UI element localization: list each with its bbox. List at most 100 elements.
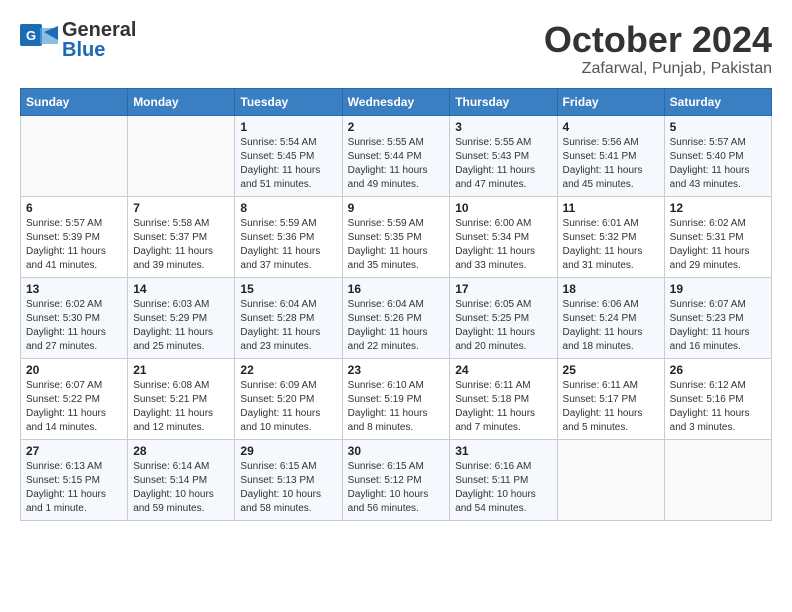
- day-detail: Sunrise: 5:55 AM Sunset: 5:43 PM Dayligh…: [455, 136, 551, 192]
- day-detail: Sunrise: 6:01 AM Sunset: 5:32 PM Dayligh…: [563, 217, 659, 273]
- day-number: 27: [26, 444, 122, 458]
- day-number: 7: [133, 201, 229, 215]
- day-detail: Sunrise: 6:03 AM Sunset: 5:29 PM Dayligh…: [133, 298, 229, 354]
- calendar-cell: [21, 115, 128, 196]
- calendar-cell: 13 Sunrise: 6:02 AM Sunset: 5:30 PM Dayli…: [21, 277, 128, 358]
- calendar-cell: [557, 439, 664, 520]
- calendar-cell: 5 Sunrise: 5:57 AM Sunset: 5:40 PM Daylig…: [664, 115, 771, 196]
- day-detail: Sunrise: 6:13 AM Sunset: 5:15 PM Dayligh…: [26, 460, 122, 516]
- day-detail: Sunrise: 5:59 AM Sunset: 5:36 PM Dayligh…: [240, 217, 336, 273]
- day-number: 16: [348, 282, 445, 296]
- day-header-monday: Monday: [128, 88, 235, 115]
- day-header-wednesday: Wednesday: [342, 88, 450, 115]
- calendar-week-1: 1 Sunrise: 5:54 AM Sunset: 5:45 PM Daylig…: [21, 115, 772, 196]
- day-header-friday: Friday: [557, 88, 664, 115]
- calendar-table: SundayMondayTuesdayWednesdayThursdayFrid…: [20, 88, 772, 521]
- day-number: 1: [240, 120, 336, 134]
- calendar-cell: 9 Sunrise: 5:59 AM Sunset: 5:35 PM Daylig…: [342, 196, 450, 277]
- day-number: 19: [670, 282, 766, 296]
- day-number: 21: [133, 363, 229, 377]
- day-number: 30: [348, 444, 445, 458]
- month-title: October 2024: [544, 20, 772, 60]
- day-number: 15: [240, 282, 336, 296]
- calendar-cell: [128, 115, 235, 196]
- calendar-cell: 2 Sunrise: 5:55 AM Sunset: 5:44 PM Daylig…: [342, 115, 450, 196]
- day-detail: Sunrise: 6:02 AM Sunset: 5:31 PM Dayligh…: [670, 217, 766, 273]
- day-detail: Sunrise: 6:16 AM Sunset: 5:11 PM Dayligh…: [455, 460, 551, 516]
- calendar-cell: 16Sunrise: 6:04 AM Sunset: 5:26 PM Dayli…: [342, 277, 450, 358]
- calendar-cell: 21 Sunrise: 6:08 AM Sunset: 5:21 PM Dayli…: [128, 358, 235, 439]
- calendar-cell: 3 Sunrise: 5:55 AM Sunset: 5:43 PM Daylig…: [450, 115, 557, 196]
- day-number: 22: [240, 363, 336, 377]
- calendar-cell: 31Sunrise: 6:16 AM Sunset: 5:11 PM Dayli…: [450, 439, 557, 520]
- day-number: 28: [133, 444, 229, 458]
- day-detail: Sunrise: 6:14 AM Sunset: 5:14 PM Dayligh…: [133, 460, 229, 516]
- day-detail: Sunrise: 5:57 AM Sunset: 5:40 PM Dayligh…: [670, 136, 766, 192]
- day-detail: Sunrise: 6:12 AM Sunset: 5:16 PM Dayligh…: [670, 379, 766, 435]
- day-detail: Sunrise: 6:07 AM Sunset: 5:22 PM Dayligh…: [26, 379, 122, 435]
- day-number: 11: [563, 201, 659, 215]
- day-number: 2: [348, 120, 445, 134]
- day-detail: Sunrise: 6:10 AM Sunset: 5:19 PM Dayligh…: [348, 379, 445, 435]
- day-number: 5: [670, 120, 766, 134]
- calendar-cell: 7 Sunrise: 5:58 AM Sunset: 5:37 PM Daylig…: [128, 196, 235, 277]
- day-detail: Sunrise: 6:05 AM Sunset: 5:25 PM Dayligh…: [455, 298, 551, 354]
- calendar-cell: 26Sunrise: 6:12 AM Sunset: 5:16 PM Dayli…: [664, 358, 771, 439]
- day-detail: Sunrise: 6:08 AM Sunset: 5:21 PM Dayligh…: [133, 379, 229, 435]
- day-detail: Sunrise: 6:15 AM Sunset: 5:12 PM Dayligh…: [348, 460, 445, 516]
- day-detail: Sunrise: 6:07 AM Sunset: 5:23 PM Dayligh…: [670, 298, 766, 354]
- day-detail: Sunrise: 6:02 AM Sunset: 5:30 PM Dayligh…: [26, 298, 122, 354]
- day-number: 23: [348, 363, 445, 377]
- page-header: G General Blue October 2024 Zafarwal, Pu…: [20, 20, 772, 78]
- calendar-week-2: 6 Sunrise: 5:57 AM Sunset: 5:39 PM Daylig…: [21, 196, 772, 277]
- day-number: 29: [240, 444, 336, 458]
- day-number: 3: [455, 120, 551, 134]
- day-detail: Sunrise: 5:55 AM Sunset: 5:44 PM Dayligh…: [348, 136, 445, 192]
- calendar-week-4: 20 Sunrise: 6:07 AM Sunset: 5:22 PM Dayli…: [21, 358, 772, 439]
- calendar-cell: 27 Sunrise: 6:13 AM Sunset: 5:15 PM Dayli…: [21, 439, 128, 520]
- calendar-cell: 1 Sunrise: 5:54 AM Sunset: 5:45 PM Daylig…: [235, 115, 342, 196]
- calendar-cell: 23 Sunrise: 6:10 AM Sunset: 5:19 PM Dayli…: [342, 358, 450, 439]
- day-number: 17: [455, 282, 551, 296]
- calendar-cell: 17 Sunrise: 6:05 AM Sunset: 5:25 PM Dayli…: [450, 277, 557, 358]
- day-number: 6: [26, 201, 122, 215]
- calendar-cell: 12 Sunrise: 6:02 AM Sunset: 5:31 PM Dayli…: [664, 196, 771, 277]
- day-number: 12: [670, 201, 766, 215]
- day-number: 18: [563, 282, 659, 296]
- calendar-cell: 24 Sunrise: 6:11 AM Sunset: 5:18 PM Dayli…: [450, 358, 557, 439]
- day-number: 10: [455, 201, 551, 215]
- title-block: October 2024 Zafarwal, Punjab, Pakistan: [544, 20, 772, 78]
- day-number: 13: [26, 282, 122, 296]
- calendar-cell: 15 Sunrise: 6:04 AM Sunset: 5:28 PM Dayli…: [235, 277, 342, 358]
- day-detail: Sunrise: 6:11 AM Sunset: 5:18 PM Dayligh…: [455, 379, 551, 435]
- calendar-cell: 4 Sunrise: 5:56 AM Sunset: 5:41 PM Daylig…: [557, 115, 664, 196]
- calendar-cell: 18 Sunrise: 6:06 AM Sunset: 5:24 PM Dayli…: [557, 277, 664, 358]
- day-header-sunday: Sunday: [21, 88, 128, 115]
- day-detail: Sunrise: 6:04 AM Sunset: 5:28 PM Dayligh…: [240, 298, 336, 354]
- day-number: 24: [455, 363, 551, 377]
- calendar-cell: 28 Sunrise: 6:14 AM Sunset: 5:14 PM Dayli…: [128, 439, 235, 520]
- day-number: 9: [348, 201, 445, 215]
- calendar-cell: 19 Sunrise: 6:07 AM Sunset: 5:23 PM Dayli…: [664, 277, 771, 358]
- day-detail: Sunrise: 5:56 AM Sunset: 5:41 PM Dayligh…: [563, 136, 659, 192]
- day-header-saturday: Saturday: [664, 88, 771, 115]
- calendar-week-3: 13 Sunrise: 6:02 AM Sunset: 5:30 PM Dayli…: [21, 277, 772, 358]
- calendar-cell: 14 Sunrise: 6:03 AM Sunset: 5:29 PM Dayli…: [128, 277, 235, 358]
- day-detail: Sunrise: 5:58 AM Sunset: 5:37 PM Dayligh…: [133, 217, 229, 273]
- logo-icon: G: [20, 24, 58, 56]
- day-number: 4: [563, 120, 659, 134]
- day-detail: Sunrise: 5:54 AM Sunset: 5:45 PM Dayligh…: [240, 136, 336, 192]
- day-detail: Sunrise: 5:59 AM Sunset: 5:35 PM Dayligh…: [348, 217, 445, 273]
- day-number: 14: [133, 282, 229, 296]
- day-detail: Sunrise: 6:00 AM Sunset: 5:34 PM Dayligh…: [455, 217, 551, 273]
- day-number: 20: [26, 363, 122, 377]
- day-number: 25: [563, 363, 659, 377]
- day-detail: Sunrise: 6:09 AM Sunset: 5:20 PM Dayligh…: [240, 379, 336, 435]
- day-header-tuesday: Tuesday: [235, 88, 342, 115]
- day-detail: Sunrise: 5:57 AM Sunset: 5:39 PM Dayligh…: [26, 217, 122, 273]
- calendar-cell: 29Sunrise: 6:15 AM Sunset: 5:13 PM Dayli…: [235, 439, 342, 520]
- calendar-header-row: SundayMondayTuesdayWednesdayThursdayFrid…: [21, 88, 772, 115]
- day-detail: Sunrise: 6:06 AM Sunset: 5:24 PM Dayligh…: [563, 298, 659, 354]
- calendar-cell: 6 Sunrise: 5:57 AM Sunset: 5:39 PM Daylig…: [21, 196, 128, 277]
- svg-text:G: G: [26, 28, 36, 43]
